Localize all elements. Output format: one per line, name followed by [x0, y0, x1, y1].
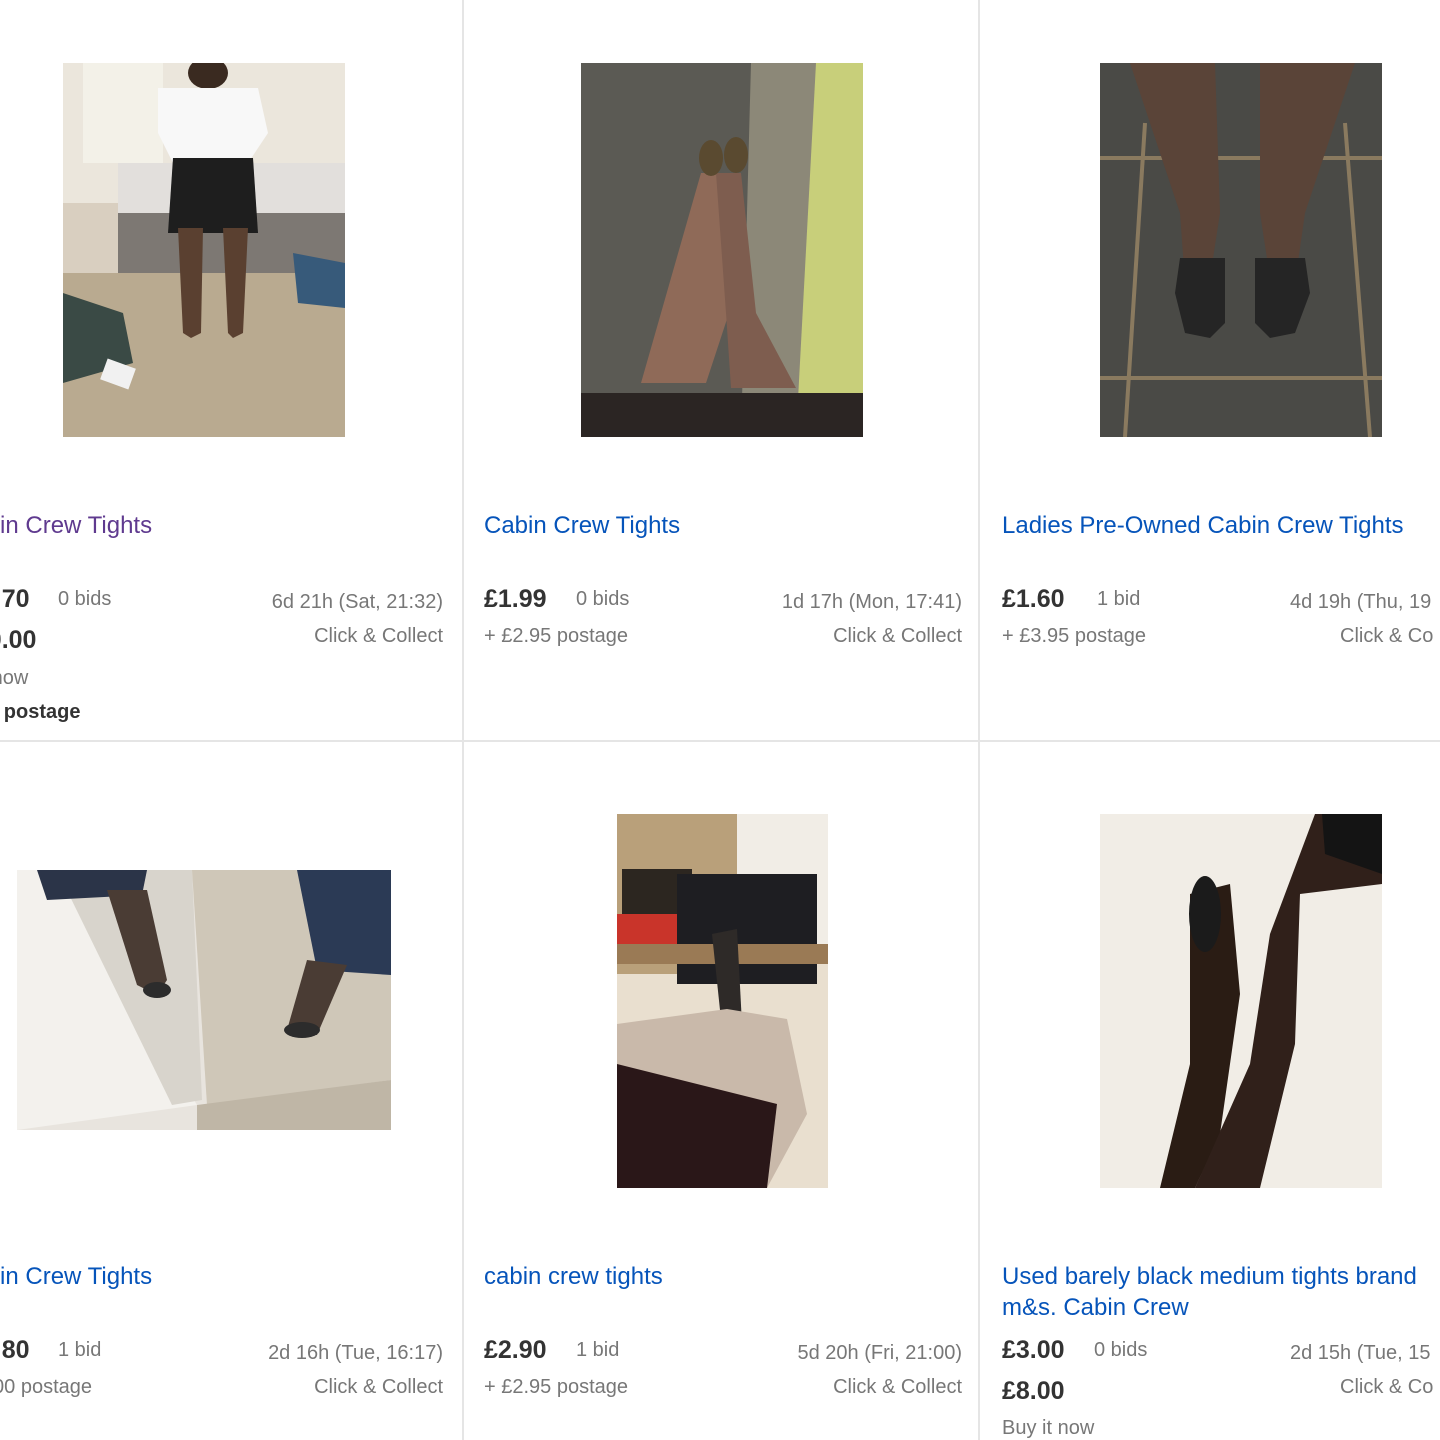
- time-left: 1d 17h (Mon, 17:41): [781, 591, 962, 613]
- listing-image[interactable]: [17, 870, 391, 1130]
- listing-image[interactable]: [581, 63, 863, 437]
- time-left: 2d 15h (Tue, 15: [1290, 1342, 1431, 1364]
- bid-count: 1 bid: [58, 1339, 102, 1361]
- listing-photo: [17, 870, 391, 1130]
- click-collect-label: Click & Collect: [833, 1376, 962, 1398]
- bid-count: 0 bids: [576, 588, 630, 610]
- listing-photo: [1100, 63, 1382, 437]
- listing-image[interactable]: [1100, 63, 1382, 437]
- listing-card[interactable]: Ladies Pre-Owned Cabin Crew Tights £1.60…: [980, 0, 1440, 740]
- listing-photo: [63, 63, 345, 437]
- postage-info: + £2.00 postage: [0, 1376, 93, 1398]
- listing-title[interactable]: Cabin Crew Tights: [484, 510, 680, 541]
- listing-photo: [581, 63, 863, 437]
- click-collect-label: Click & Collect: [314, 1376, 443, 1398]
- listing-title[interactable]: Cabin Crew Tights: [0, 510, 152, 541]
- bid-count: 0 bids: [1094, 1339, 1148, 1361]
- buy-it-now-price: £10.00: [0, 626, 37, 654]
- listing-card[interactable]: Cabin Crew Tights £1.99 0 bids + £2.95 p…: [464, 0, 978, 740]
- click-collect-label: Click & Co: [1340, 1376, 1434, 1398]
- postage-info: Free postage: [0, 701, 81, 723]
- buy-it-now-price: £8.00: [1002, 1377, 1065, 1405]
- buy-it-now-label: Buy it now: [0, 667, 29, 689]
- click-collect-label: Click & Collect: [314, 625, 443, 647]
- listing-image[interactable]: [63, 63, 345, 437]
- listing-price: £1.60: [1002, 585, 1065, 613]
- time-left: 4d 19h (Thu, 19: [1290, 591, 1432, 613]
- click-collect-label: Click & Collect: [833, 625, 962, 647]
- listing-card[interactable]: Used barely black medium tights brand m&…: [980, 742, 1440, 1440]
- bid-count: 1 bid: [1097, 588, 1141, 610]
- time-left: 5d 20h (Fri, 21:00): [797, 1342, 962, 1364]
- listing-card[interactable]: Cabin Crew Tights £3.70 0 bids £10.00 Bu…: [0, 0, 462, 740]
- bid-count: 0 bids: [58, 588, 112, 610]
- listing-price: £3.70: [0, 585, 30, 613]
- listing-title[interactable]: cabin crew tights: [484, 1261, 663, 1292]
- postage-info: + £2.95 postage: [484, 1376, 629, 1398]
- listing-image[interactable]: [1100, 814, 1382, 1188]
- listing-price: £1.99: [484, 585, 547, 613]
- listing-price: £2.90: [484, 1336, 547, 1364]
- listing-card[interactable]: cabin crew tights £2.90 1 bid + £2.95 po…: [464, 742, 978, 1440]
- click-collect-label: Click & Co: [1340, 625, 1434, 647]
- listing-title[interactable]: Ladies Pre-Owned Cabin Crew Tights: [1002, 510, 1404, 541]
- postage-info: + £3.95 postage: [1002, 625, 1147, 647]
- listing-image[interactable]: [617, 814, 828, 1188]
- listing-title[interactable]: Used barely black medium tights brand m&…: [1002, 1261, 1440, 1323]
- search-results-grid: Cabin Crew Tights £3.70 0 bids £10.00 Bu…: [0, 0, 1440, 1440]
- listing-card[interactable]: Cabin Crew Tights £1.80 1 bid + £2.00 po…: [0, 742, 462, 1440]
- time-left: 6d 21h (Sat, 21:32): [271, 591, 443, 613]
- listing-photo: [617, 814, 828, 1188]
- buy-it-now-label: Buy it now: [1002, 1417, 1095, 1439]
- listing-photo: [1100, 814, 1382, 1188]
- listing-price: £1.80: [0, 1336, 30, 1364]
- time-left: 2d 16h (Tue, 16:17): [268, 1342, 443, 1364]
- listing-price: £3.00: [1002, 1336, 1065, 1364]
- bid-count: 1 bid: [576, 1339, 620, 1361]
- listing-title[interactable]: Cabin Crew Tights: [0, 1261, 152, 1292]
- postage-info: + £2.95 postage: [484, 625, 629, 647]
